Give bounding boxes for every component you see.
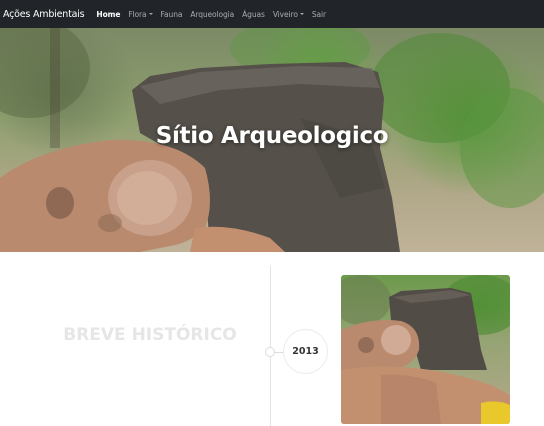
timeline-photo — [341, 275, 510, 424]
nav-item-fauna-label: Fauna — [160, 9, 183, 19]
navbar-brand[interactable]: Ações Ambientais — [3, 9, 85, 20]
timeline-line — [270, 266, 271, 426]
nav-item-aguas[interactable]: Águas — [242, 10, 265, 19]
nav-item-fauna[interactable]: Fauna — [161, 10, 183, 19]
section-title: BREVE HISTÓRICO — [63, 325, 237, 345]
nav-item-flora[interactable]: Flora — [128, 9, 153, 19]
nav-item-arqueologia[interactable]: Arqueologia — [190, 10, 234, 19]
nav-item-sair-label: Sair — [311, 9, 326, 19]
caret-down-icon — [148, 13, 153, 15]
nav-item-aguas-label: Águas — [242, 9, 265, 19]
nav-item-sair[interactable]: Sair — [312, 10, 326, 19]
hero-banner: Sítio Arqueologico — [0, 28, 544, 252]
nav-item-flora-label: Flora — [128, 9, 147, 19]
nav-item-arqueologia-label: Arqueologia — [190, 9, 235, 19]
timeline-image — [341, 275, 510, 424]
caret-down-icon — [299, 13, 304, 15]
nav-item-home-label: Home — [96, 9, 121, 19]
nav-item-viveiro-label: Viveiro — [272, 9, 298, 19]
year-badge: 2013 — [283, 329, 328, 374]
nav-item-viveiro[interactable]: Viveiro — [273, 10, 304, 19]
nav-item-home[interactable]: Home — [96, 10, 120, 19]
timeline-dot — [265, 347, 275, 357]
top-navbar: Ações Ambientais Home Flora Fauna Arqueo… — [0, 0, 544, 28]
year-label: 2013 — [292, 346, 319, 357]
hero-title: Sítio Arqueologico — [155, 123, 389, 149]
